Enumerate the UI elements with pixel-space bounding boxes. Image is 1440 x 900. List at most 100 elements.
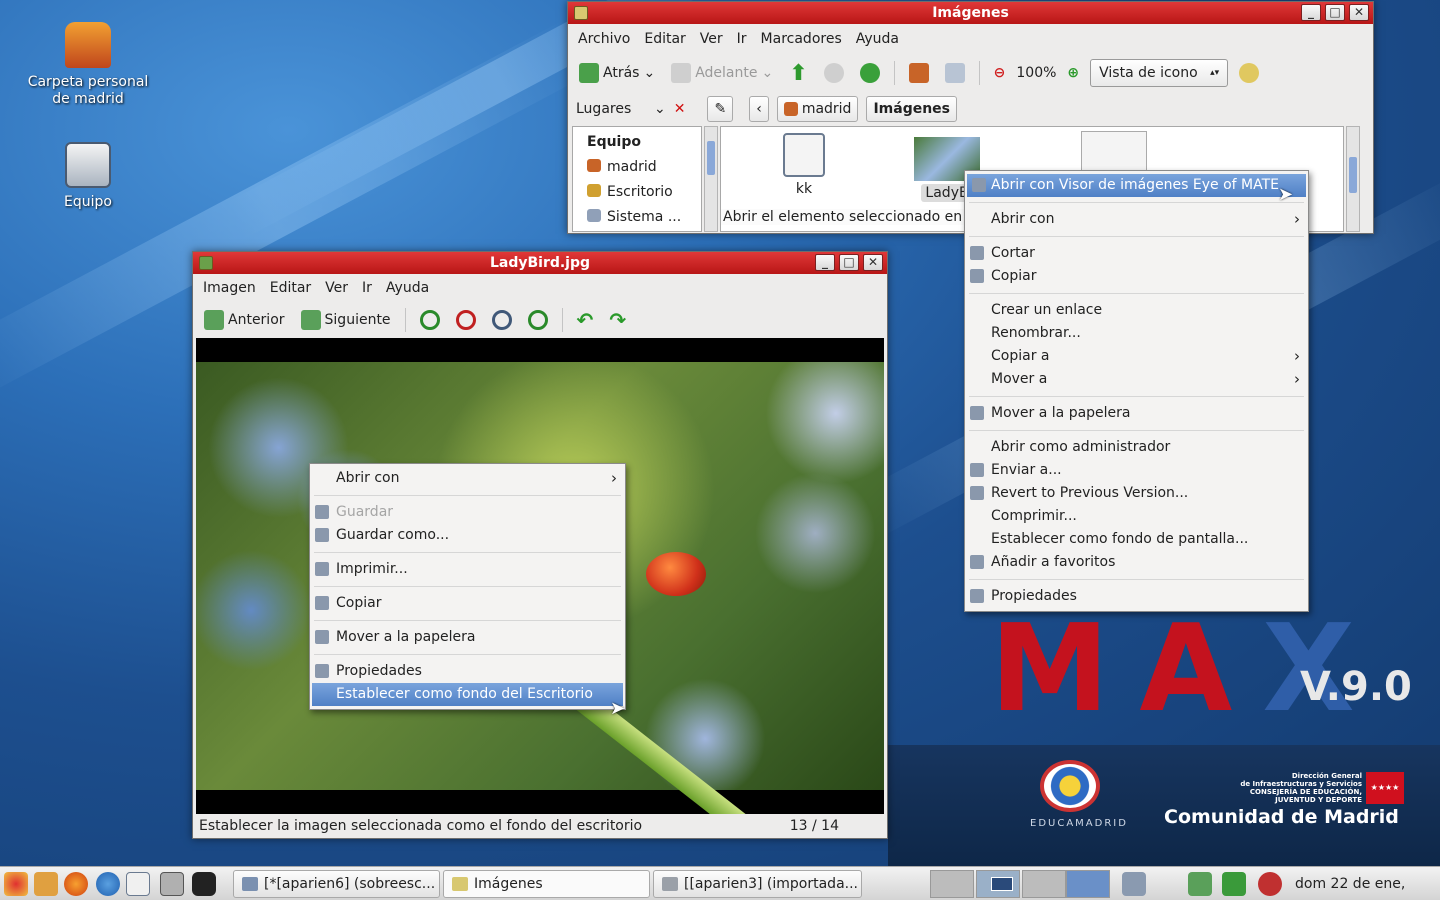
rotate-right-button[interactable]: ↷ [604,304,631,336]
fm-menu-item-copiar-a[interactable]: Copiar a › [965,345,1308,368]
chevron-down-icon[interactable]: ⌄ [761,65,773,81]
updates-icon[interactable] [1188,872,1212,896]
stop-button[interactable] [819,59,849,87]
menu-imagen[interactable]: Imagen [203,280,256,296]
fm-menu-item-establecer-como-fondo-de-pantalla[interactable]: Establecer como fondo de pantalla... [965,528,1308,551]
desktop-icon-computer[interactable]: Equipo [18,142,158,211]
search-button[interactable] [1234,59,1264,87]
trash-icon[interactable] [1122,872,1146,896]
places-label[interactable]: Lugares [576,101,646,117]
close-button[interactable]: ✕ [1349,4,1369,21]
zoom-out-button[interactable] [451,306,481,334]
forward-button[interactable]: Adelante ⌄ [666,59,778,87]
terminal-icon[interactable] [192,872,216,896]
screenshot-icon[interactable] [160,872,184,896]
maximize-button[interactable]: □ [1325,4,1345,21]
network-signal-icon[interactable] [1222,872,1246,896]
maximize-button[interactable]: □ [839,254,859,271]
workspace-2[interactable] [976,870,1020,898]
volume-icon[interactable] [1258,872,1282,896]
fm-menu-item-mover-a[interactable]: Mover a › [965,368,1308,391]
zoom-out-button[interactable]: ⊖ [989,61,1011,85]
view-mode-select[interactable]: Vista de icono ▴▾ [1090,59,1229,87]
eog-menu-item-imprimir[interactable]: Imprimir... [310,558,625,581]
workspace-4[interactable] [1066,870,1110,898]
image-viewer-titlebar[interactable]: LadyBird.jpg _ □ ✕ [193,252,887,274]
eog-menu-item-mover-a-la-papelera[interactable]: Mover a la papelera [310,626,625,649]
menu-editar[interactable]: Editar [270,280,311,296]
zoom-in-button[interactable]: ⊕ [1062,61,1084,85]
menu-ir[interactable]: Ir [362,280,372,296]
sidebar-item-sistema[interactable]: Sistema ... [587,205,701,230]
menu-ayuda[interactable]: Ayuda [856,31,899,47]
close-sidebar-icon[interactable]: ✕ [674,101,686,117]
fm-menu-item-propiedades[interactable]: Propiedades [965,585,1308,608]
menu-ver[interactable]: Ver [700,31,723,47]
next-button[interactable]: Siguiente [296,306,396,334]
eog-menu-item-guardar-como[interactable]: Guardar como... [310,524,625,547]
menu-archivo[interactable]: Archivo [578,31,630,47]
eog-menu-item-establecer-como-fondo-del-escritorio[interactable]: Establecer como fondo del Escritorio [312,683,623,706]
minimize-button[interactable]: _ [1301,4,1321,21]
zoom-normal-button[interactable] [487,306,517,334]
firefox-icon[interactable] [64,872,88,896]
eog-menu-item-copiar[interactable]: Copiar [310,592,625,615]
eog-menu-item-propiedades[interactable]: Propiedades [310,660,625,683]
sidebar-item-escritorio[interactable]: Escritorio [587,180,701,205]
fm-menu-item-crear-un-enlace[interactable]: Crear un enlace [965,299,1308,322]
fm-menu-item-mover-a-la-papelera[interactable]: Mover a la papelera [965,402,1308,425]
menu-editar[interactable]: Editar [644,31,685,47]
task-aparien6[interactable]: [*[aparien6] (sobreesc... [233,870,440,898]
home-button[interactable] [904,59,934,87]
notes-icon[interactable] [126,872,150,896]
path-button-madrid[interactable]: madrid [776,96,859,122]
fm-menu-item-cortar[interactable]: Cortar [965,242,1308,265]
fm-menu-item-renombrar[interactable]: Renombrar... [965,322,1308,345]
menu-item-label: Cortar [991,245,1035,261]
back-button[interactable]: Atrás ⌄ [574,59,660,87]
minimize-button[interactable]: _ [815,254,835,271]
sidebar-item-madrid[interactable]: madrid [587,155,701,180]
chevron-down-icon[interactable]: ⌄ [643,65,655,81]
path-back-button[interactable]: ‹ [749,96,769,122]
fm-menu-item-abrir-con[interactable]: Abrir con › [965,208,1308,231]
reload-button[interactable] [855,59,885,87]
task-imagenes[interactable]: Imágenes [443,870,650,898]
fm-menu-item-abrir-con-visor-de-imagenes-eye-of-mate[interactable]: Abrir con Visor de imágenes Eye of MATE [967,174,1306,197]
chevron-down-icon[interactable]: ⌄ [654,101,666,117]
menu-ir[interactable]: Ir [737,31,747,47]
computer-button[interactable] [940,59,970,87]
fm-menu-item-comprimir[interactable]: Comprimir... [965,505,1308,528]
workspace-3[interactable] [1022,870,1066,898]
toggle-location-button[interactable]: ✎ [707,96,734,122]
up-button[interactable]: ⬆ [784,57,812,90]
zoom-fit-button[interactable] [523,306,553,334]
fm-menu-item-revert-to-previous-version[interactable]: Revert to Previous Version... [965,482,1308,505]
fm-menu-item-anadir-a-favoritos[interactable]: Añadir a favoritos [965,551,1308,574]
menu-marcadores[interactable]: Marcadores [761,31,842,47]
desktop-icon-home[interactable]: Carpeta personal de madrid [18,22,158,108]
fm-menu-item-enviar-a[interactable]: Enviar a... [965,459,1308,482]
next-icon [300,310,321,330]
previous-button[interactable]: Anterior [199,306,290,334]
close-button[interactable]: ✕ [863,254,883,271]
sidebar-scrollbar[interactable] [704,126,718,232]
files-scrollbar[interactable] [1346,126,1360,232]
task-aparien3[interactable]: [[aparien3] (importada... [653,870,862,898]
screenshot-thumbnail-icon[interactable] [1081,131,1147,171]
path-button-imagenes[interactable]: Imágenes [866,96,958,122]
workspace-1[interactable] [930,870,974,898]
menu-ayuda[interactable]: Ayuda [386,280,429,296]
zoom-in-button[interactable] [415,306,445,334]
chromium-icon[interactable] [96,872,120,896]
file-manager-titlebar[interactable]: Imágenes _ □ ✕ [568,2,1373,24]
rotate-left-button[interactable]: ↶ [572,304,599,336]
file-item-kk[interactable]: kk [777,133,831,197]
menu-ver[interactable]: Ver [325,280,348,296]
clock[interactable]: dom 22 de ene, 10:28 [1295,867,1440,900]
eog-menu-item-abrir-con[interactable]: Abrir con › [310,467,625,490]
menu-icon[interactable] [4,872,28,896]
fm-menu-item-copiar[interactable]: Copiar [965,265,1308,288]
fm-menu-item-abrir-como-administrador[interactable]: Abrir como administrador [965,436,1308,459]
text-editor-icon[interactable] [34,872,58,896]
